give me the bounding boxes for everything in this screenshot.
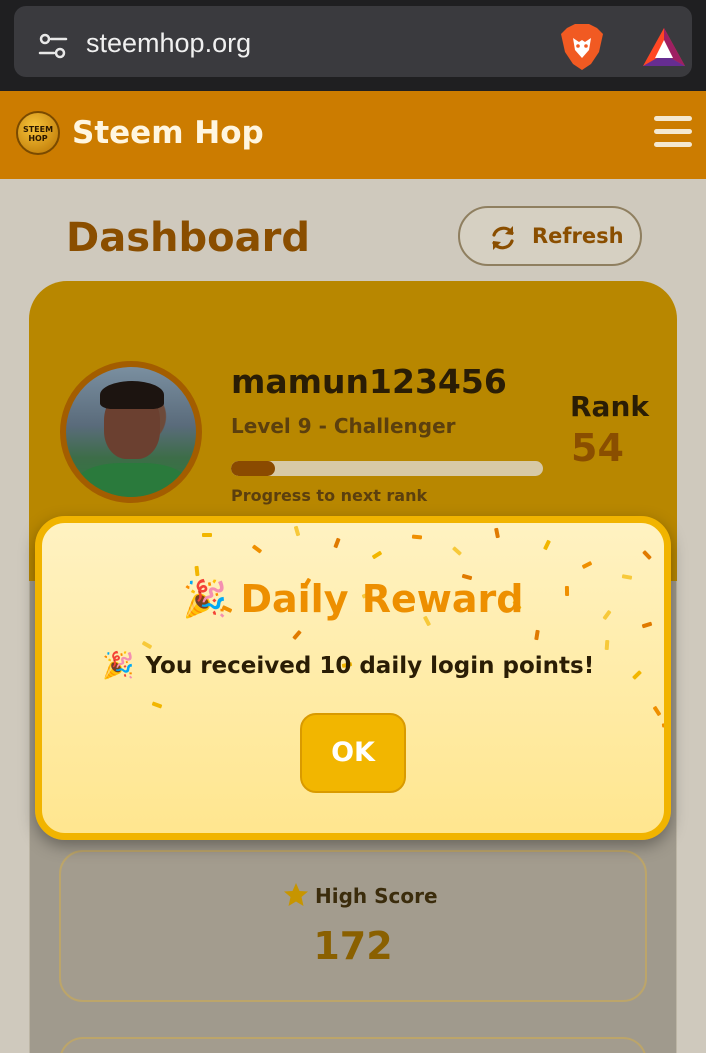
address-bar[interactable]: steemhop.org <box>14 6 692 77</box>
rank-label: Rank <box>570 390 650 423</box>
confetti-piece <box>661 722 664 728</box>
app-title[interactable]: Steem Hop <box>72 115 264 151</box>
browser-toolbar: steemhop.org <box>0 0 706 91</box>
confetti-piece <box>333 537 341 549</box>
rank-progress-bar <box>231 461 543 476</box>
party-popper-icon: 🎉 <box>182 579 228 620</box>
brave-lion-icon[interactable] <box>559 22 605 72</box>
confetti-piece <box>604 639 610 651</box>
high-score-card: High Score 172 <box>59 850 647 1002</box>
confetti-piece <box>642 549 652 561</box>
app-header: STEEM HOP Steem Hop <box>0 91 706 179</box>
rank-value: 54 <box>571 426 624 470</box>
avatar <box>60 361 202 503</box>
confetti-piece <box>251 544 263 554</box>
refresh-label: Refresh <box>532 224 624 248</box>
next-stat-card <box>59 1037 647 1053</box>
tune-icon[interactable] <box>38 31 68 61</box>
modal-title-row: 🎉 Daily Reward <box>42 577 664 621</box>
logo-text: STEEM HOP <box>22 125 54 143</box>
ok-button[interactable]: OK <box>300 713 406 793</box>
confetti-piece <box>632 670 642 680</box>
confetti-piece <box>652 705 662 717</box>
daily-reward-modal: 🎉 Daily Reward 🎉 You received 10 daily l… <box>35 516 671 840</box>
confetti-piece <box>641 621 653 629</box>
confetti-piece <box>141 640 153 650</box>
progress-caption: Progress to next rank <box>231 486 428 505</box>
confetti-piece <box>451 546 463 556</box>
high-score-value: 172 <box>313 924 393 968</box>
modal-message-row: 🎉 You received 10 daily login points! <box>102 651 622 681</box>
modal-title: Daily Reward <box>240 577 524 621</box>
hamburger-menu-icon[interactable] <box>654 116 692 150</box>
confetti-piece <box>543 539 551 551</box>
confetti-piece <box>292 629 302 641</box>
high-score-label: High Score <box>315 884 438 908</box>
confetti-piece <box>202 533 212 537</box>
confetti-piece <box>371 550 383 560</box>
modal-message: You received 10 daily login points! <box>145 653 595 679</box>
confetti-piece <box>151 701 163 709</box>
steem-hop-logo[interactable]: STEEM HOP <box>16 111 60 155</box>
level-text: Level 9 - Challenger <box>231 414 456 438</box>
confetti-piece <box>581 560 593 570</box>
confetti-piece <box>411 534 423 540</box>
refresh-icon <box>492 226 514 250</box>
confetti-piece <box>494 527 500 539</box>
confetti-piece <box>194 565 200 577</box>
refresh-button[interactable]: Refresh <box>458 206 642 266</box>
party-popper-icon: 🎉 <box>102 651 135 681</box>
avatar-hair <box>100 381 164 409</box>
confetti-piece <box>534 629 540 641</box>
confetti-piece <box>293 525 301 537</box>
star-icon <box>284 883 308 906</box>
page-title: Dashboard <box>66 215 310 261</box>
rank-progress-fill <box>231 461 275 476</box>
username: mamun123456 <box>231 362 507 401</box>
bat-triangle-icon[interactable] <box>641 26 687 68</box>
url-text[interactable]: steemhop.org <box>86 28 251 59</box>
